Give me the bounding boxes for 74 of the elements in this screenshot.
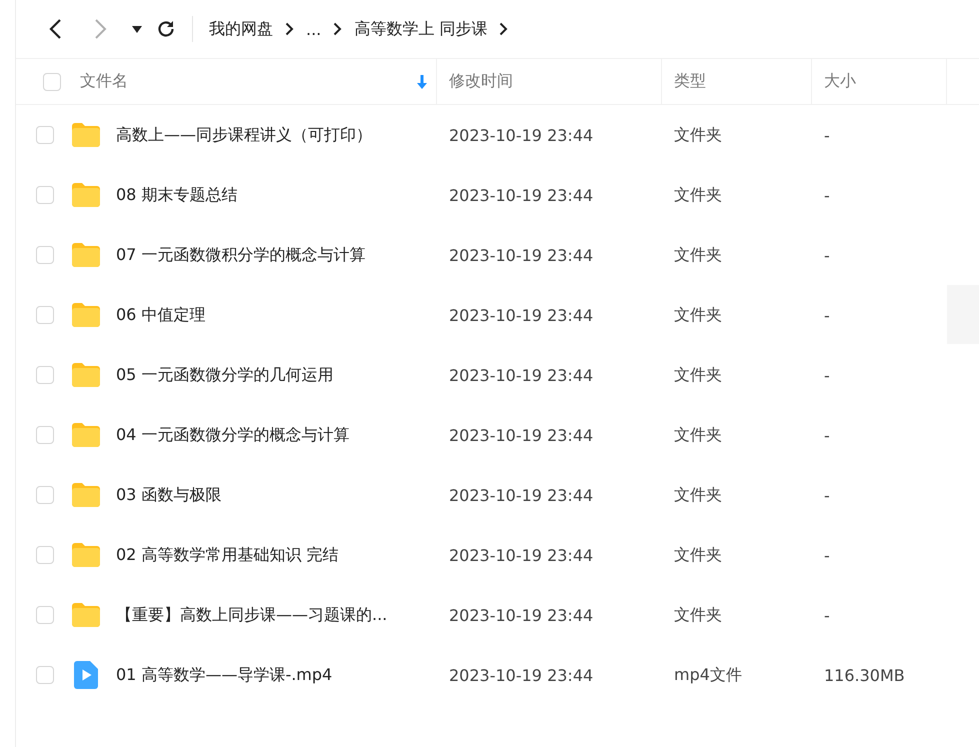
folder-icon [71,242,101,268]
chevron-right-icon [333,22,342,36]
file-name[interactable]: 【重要】高数上同步课——习题课的... [116,604,388,626]
modified-time: 2023-10-19 23:44 [448,426,594,444]
modified-time: 2023-10-19 23:44 [448,306,594,324]
modified-time: 2023-10-19 23:44 [448,546,594,564]
modified-time: 2023-10-19 23:44 [448,186,594,204]
breadcrumb-link[interactable]: ... [306,20,322,38]
file-name[interactable]: 08 期末专题总结 [116,184,238,206]
file-type: 文件夹 [673,424,723,446]
file-name[interactable]: 06 中值定理 [116,304,206,326]
row-checkbox[interactable] [36,486,54,504]
row-checkbox[interactable] [36,666,54,684]
chevron-left-icon [48,18,62,40]
video-file-icon [74,661,98,689]
file-name[interactable]: 高数上——同步课程讲义（可打印） [116,124,372,146]
column-header[interactable]: 大小 [824,71,856,92]
column-header[interactable]: 文件名 [80,71,128,92]
file-type: 文件夹 [673,184,723,206]
file-type: 文件夹 [673,244,723,266]
file-type: 文件夹 [673,364,723,386]
modified-time: 2023-10-19 23:44 [448,486,594,504]
column-header[interactable]: 类型 [674,71,706,92]
modified-time: 2023-10-19 23:44 [448,126,594,144]
file-size: - [823,606,831,624]
file-name[interactable]: 07 一元函数微积分学的概念与计算 [116,244,366,266]
file-size: - [823,426,831,444]
folder-icon [71,182,101,208]
folder-icon [71,602,101,628]
folder-icon [71,422,101,448]
row-checkbox[interactable] [36,246,54,264]
folder-icon [71,362,101,388]
modified-time: 2023-10-19 23:44 [448,246,594,264]
refresh-icon [156,19,176,39]
select-all-checkbox[interactable] [43,72,61,90]
file-name[interactable]: 05 一元函数微分学的几何运用 [116,364,334,386]
file-size: - [823,486,831,504]
breadcrumb-link[interactable]: 高等数学上 同步课 [354,18,488,40]
file-type: 文件夹 [673,484,723,506]
folder-icon [71,302,101,328]
file-type: 文件夹 [673,124,723,146]
file-size: - [823,126,831,144]
chevron-right-icon [94,18,108,40]
breadcrumb-link[interactable]: 我的网盘 [209,18,273,40]
row-checkbox[interactable] [36,126,54,144]
column-header[interactable]: 修改时间 [449,71,513,92]
row-checkbox[interactable] [36,606,54,624]
chevron-right-icon [499,22,508,36]
modified-time: 2023-10-19 23:44 [448,666,594,684]
file-type: 文件夹 [673,304,723,326]
folder-icon [71,122,101,148]
row-checkbox[interactable] [36,546,54,564]
modified-time: 2023-10-19 23:44 [448,366,594,384]
file-type: 文件夹 [673,604,723,626]
file-type: mp4文件 [673,664,743,686]
row-checkbox[interactable] [36,306,54,324]
file-name[interactable]: 02 高等数学常用基础知识 完结 [116,544,339,566]
file-size: - [823,246,831,264]
row-checkbox[interactable] [36,366,54,384]
chevron-right-icon [285,22,294,36]
file-size: - [823,546,831,564]
file-name[interactable]: 03 函数与极限 [116,484,222,506]
folder-icon [71,482,101,508]
file-size: 116.30MB [823,666,906,684]
file-size: - [823,366,831,384]
folder-icon [71,542,101,568]
row-checkbox[interactable] [36,186,54,204]
row-checkbox[interactable] [36,426,54,444]
file-name[interactable]: 01 高等数学——导学课-.mp4 [116,664,332,686]
file-name[interactable]: 04 一元函数微分学的概念与计算 [116,424,350,446]
file-size: - [823,186,831,204]
file-type: 文件夹 [673,544,723,566]
file-size: - [823,306,831,324]
modified-time: 2023-10-19 23:44 [448,606,594,624]
